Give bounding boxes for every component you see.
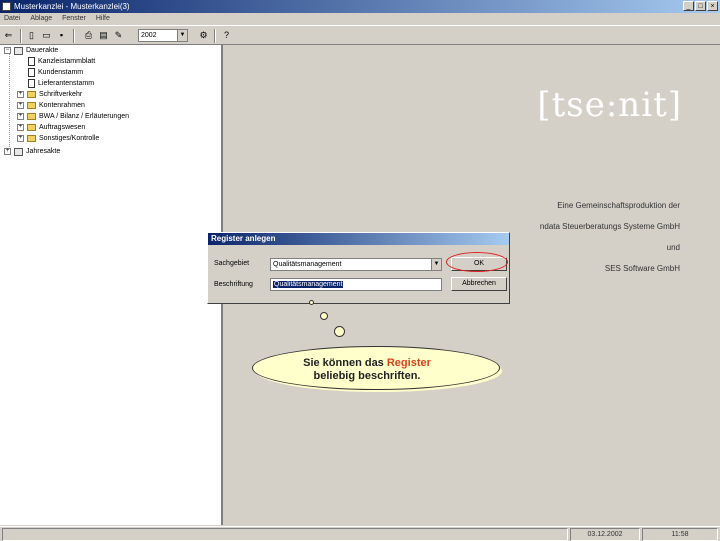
tree-item[interactable]: Kanzleistammblatt xyxy=(28,56,95,67)
toolbar: ⇐ ▯ ▭ ▪ ⎙ ▤ ✎ 2002 ▼ ⚙ ? xyxy=(0,25,720,45)
sachgebiet-label: Sachgebiet xyxy=(214,260,250,267)
tree-root-label: Dauerakte xyxy=(26,47,59,54)
beschriftung-label: Beschriftung xyxy=(214,281,253,288)
cabinet-icon xyxy=(14,147,23,156)
tree-item[interactable]: Kundenstamm xyxy=(28,67,83,78)
status-date: 03.12.2002 xyxy=(570,528,640,541)
tooltip-highlight: Register xyxy=(386,357,431,369)
tree-item-label: Kontenrahmen xyxy=(39,102,85,109)
tooltip-text: Sie können das Register beliebig beschri… xyxy=(282,357,452,383)
back-icon[interactable]: ⇐ xyxy=(2,29,15,42)
menu-ablage[interactable]: Ablage xyxy=(30,13,52,24)
thought-bubble-dot xyxy=(334,326,345,337)
tree-item[interactable]: + Schriftverkehr xyxy=(17,89,82,100)
toolbar-separator xyxy=(214,29,216,43)
chevron-down-icon[interactable]: ▼ xyxy=(431,259,441,270)
save-icon[interactable]: ▪ xyxy=(55,29,68,42)
window-title: Musterkanzlei - Musterkanzlei(3) xyxy=(14,2,130,11)
credits: Eine Gemeinschaftsproduktion der ndata S… xyxy=(540,197,680,281)
maximize-button[interactable]: □ xyxy=(695,1,706,11)
tree-root-label: Jahresakte xyxy=(26,148,61,155)
print-icon[interactable]: ⎙ xyxy=(82,29,95,42)
thought-bubble-dot xyxy=(309,300,314,305)
settings-icon[interactable]: ⚙ xyxy=(197,29,210,42)
product-logo: [tse:nit] xyxy=(537,85,682,125)
tree-root-jahresakte[interactable]: + Jahresakte xyxy=(4,146,60,157)
year-select[interactable]: 2002 ▼ xyxy=(138,29,188,42)
tree-item[interactable]: Lieferantenstamm xyxy=(28,78,94,89)
menu-fenster[interactable]: Fenster xyxy=(62,13,86,24)
tooltip-text-part: beliebig beschriften. xyxy=(313,370,421,382)
open-folder-icon[interactable]: ▭ xyxy=(40,29,53,42)
tree-item-label: Sonstiges/Kontrolle xyxy=(39,135,100,142)
folder-icon xyxy=(27,135,36,142)
tree-item[interactable]: + Auftragswesen xyxy=(17,122,85,133)
highlight-ring xyxy=(446,252,508,272)
toolbar-separator xyxy=(73,29,75,43)
tree-item-label: Lieferantenstamm xyxy=(38,80,95,87)
new-document-icon[interactable]: ▯ xyxy=(25,29,38,42)
tree-panel: − Dauerakte Kanzleistammblatt Kundenstam… xyxy=(0,45,223,525)
folder-icon xyxy=(27,91,36,98)
folder-icon xyxy=(27,113,36,120)
folder-icon xyxy=(27,102,36,109)
cancel-button[interactable]: Abbrechen xyxy=(451,277,507,291)
tree-item-label: Kanzleistammblatt xyxy=(38,58,96,65)
status-bar: 03.12.2002 11:58 xyxy=(0,526,720,541)
tree-item[interactable]: + BWA / Bilanz / Erläuterungen xyxy=(17,111,129,122)
document-icon xyxy=(28,68,35,77)
beschriftung-input[interactable]: Qualitätsmanagement xyxy=(270,278,442,291)
credit-line: ndata Steuerberatungs Systeme GmbH xyxy=(539,222,680,231)
collapse-icon[interactable]: − xyxy=(4,47,11,54)
expand-icon[interactable]: + xyxy=(17,135,24,142)
document-icon xyxy=(28,79,35,88)
help-icon[interactable]: ? xyxy=(220,29,233,42)
toolbar-separator xyxy=(20,29,22,43)
title-bar: Musterkanzlei - Musterkanzlei(3) _ □ × xyxy=(0,0,720,13)
preview-icon[interactable]: ▤ xyxy=(97,29,110,42)
window-controls: _ □ × xyxy=(683,1,718,11)
credit-line: und xyxy=(666,243,680,252)
menu-hilfe[interactable]: Hilfe xyxy=(96,13,110,24)
document-icon xyxy=(28,57,35,66)
close-button[interactable]: × xyxy=(707,1,718,11)
expand-icon[interactable]: + xyxy=(4,148,11,155)
status-time: 11:58 xyxy=(642,528,718,541)
folder-icon xyxy=(27,124,36,131)
app-icon xyxy=(2,2,11,11)
expand-icon[interactable]: + xyxy=(17,124,24,131)
tree-lines xyxy=(9,53,10,153)
menu-bar: Datei Ablage Fenster Hilfe xyxy=(0,13,720,24)
tree-item[interactable]: + Kontenrahmen xyxy=(17,100,85,111)
beschriftung-value: Qualitätsmanagement xyxy=(273,281,344,288)
tooltip-text-part: Sie können das xyxy=(303,357,387,369)
sachgebiet-value: Qualitätsmanagement xyxy=(273,261,342,268)
dialog-title: Register anlegen xyxy=(208,233,509,245)
credit-line: Eine Gemeinschaftsproduktion der xyxy=(557,201,680,210)
thought-bubble-dot xyxy=(320,312,328,320)
tree-item-label: Kundenstamm xyxy=(38,69,84,76)
chevron-down-icon[interactable]: ▼ xyxy=(177,30,187,41)
expand-icon[interactable]: + xyxy=(17,102,24,109)
menu-datei[interactable]: Datei xyxy=(4,13,20,24)
cabinet-icon xyxy=(14,46,23,55)
tree-item-label: Auftragswesen xyxy=(39,124,86,131)
tree-item[interactable]: + Sonstiges/Kontrolle xyxy=(17,133,99,144)
tree-item-label: BWA / Bilanz / Erläuterungen xyxy=(39,113,130,120)
tree-root-dauerakte[interactable]: − Dauerakte xyxy=(4,45,58,56)
tree-item-label: Schriftverkehr xyxy=(39,91,83,98)
credit-line: SES Software GmbH xyxy=(604,264,680,273)
sachgebiet-select[interactable]: Qualitätsmanagement ▼ xyxy=(270,258,442,271)
minimize-button[interactable]: _ xyxy=(683,1,694,11)
year-value: 2002 xyxy=(141,32,157,39)
edit-icon[interactable]: ✎ xyxy=(112,29,125,42)
expand-icon[interactable]: + xyxy=(17,91,24,98)
expand-icon[interactable]: + xyxy=(17,113,24,120)
status-message xyxy=(2,528,568,541)
